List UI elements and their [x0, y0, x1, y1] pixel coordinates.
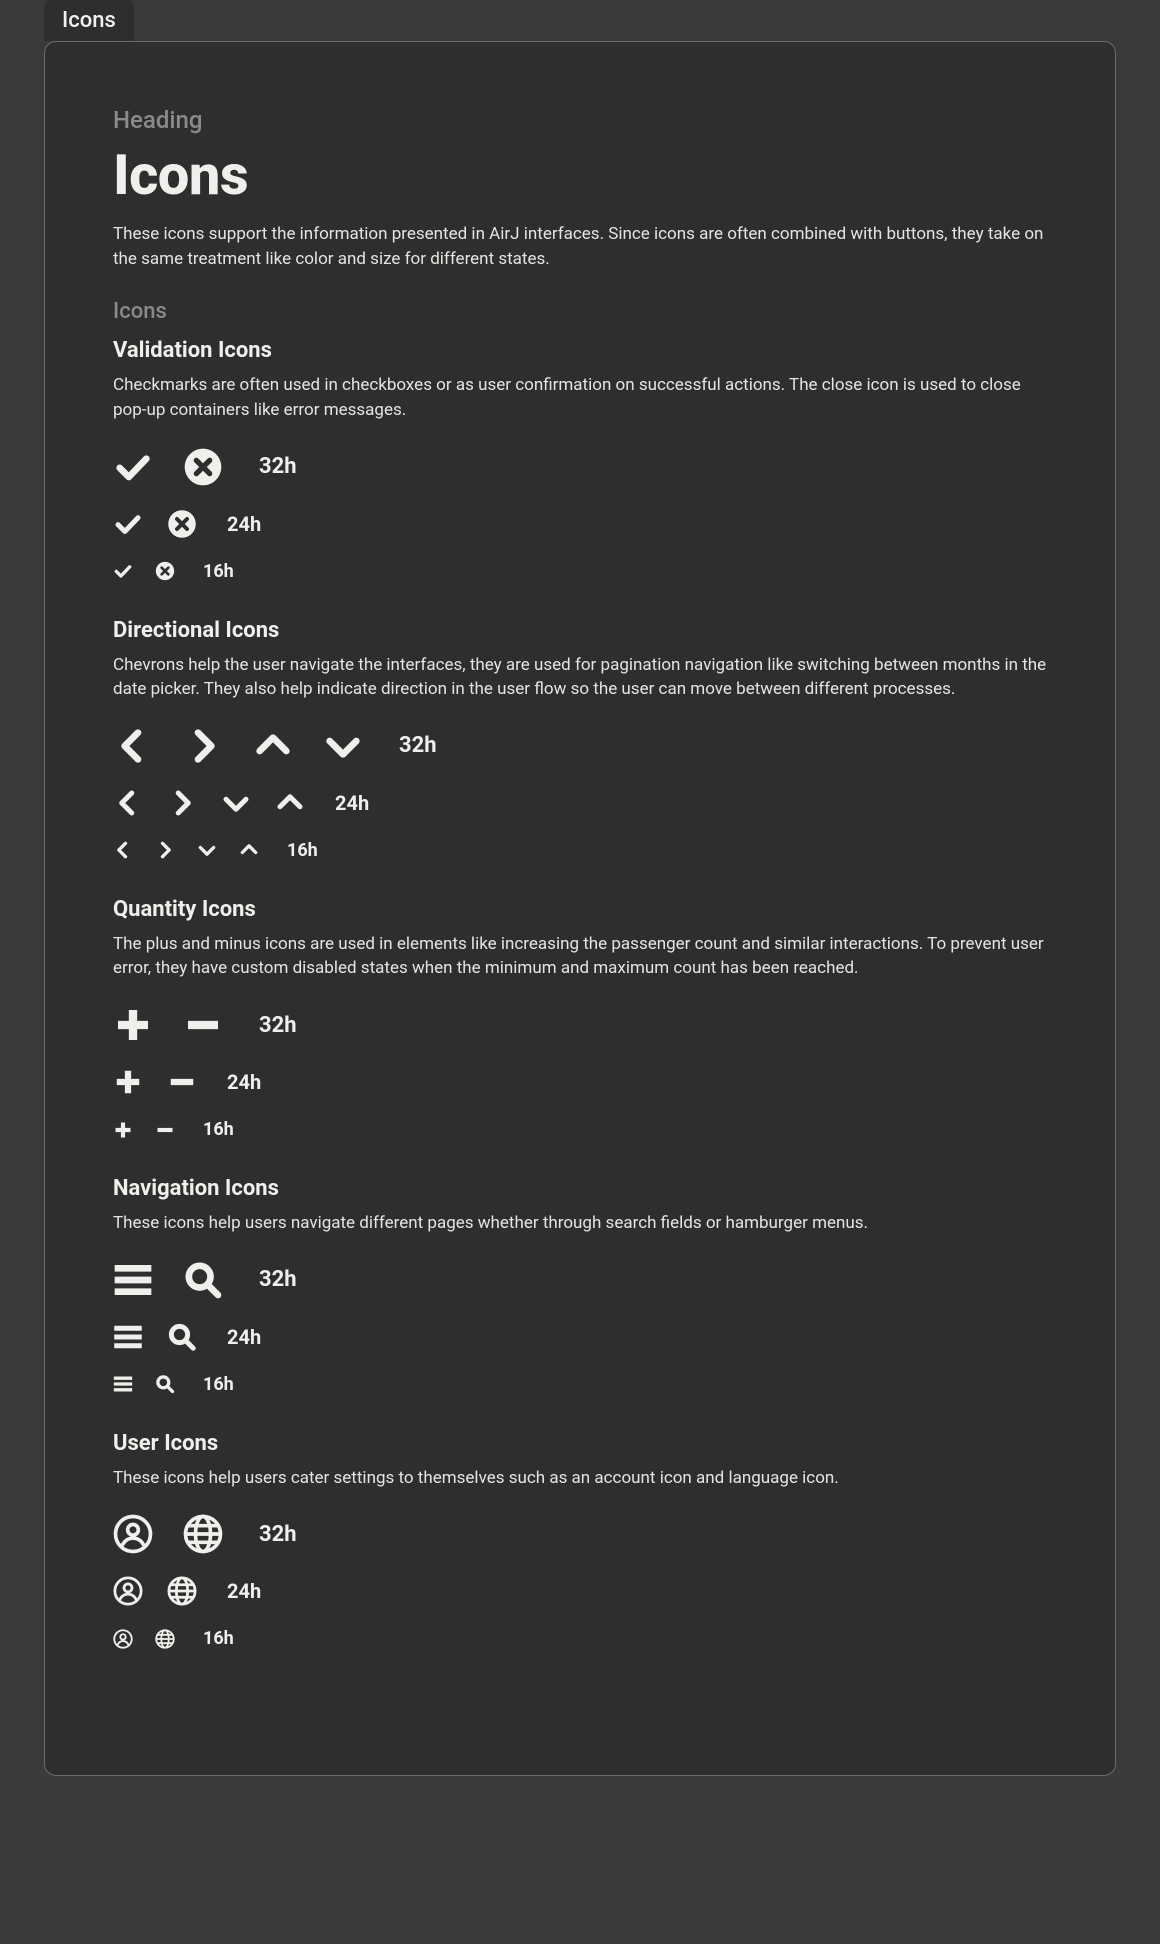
navigation-desc: These icons help users navigate differen…	[113, 1211, 1047, 1236]
chevron-up-icon	[253, 726, 293, 766]
close-circle-icon	[183, 447, 223, 487]
plus-icon	[113, 1005, 153, 1045]
page-title: Icons	[113, 142, 1047, 208]
chevron-down-icon	[323, 726, 363, 766]
globe-icon	[167, 1576, 197, 1606]
navigation-row-24: 24h	[113, 1322, 1047, 1352]
search-icon	[155, 1374, 175, 1394]
chevron-right-icon	[167, 788, 197, 818]
section-directional: Directional Icons Chevrons help the user…	[113, 618, 1047, 861]
validation-row-16: 16h	[113, 561, 1047, 582]
navigation-row-16: 16h	[113, 1374, 1047, 1395]
panel: Heading Icons These icons support the in…	[44, 41, 1116, 1776]
account-icon	[113, 1576, 143, 1606]
account-icon	[113, 1514, 153, 1554]
directional-row-16: 16h	[113, 840, 1047, 861]
globe-icon	[155, 1629, 175, 1649]
check-icon	[113, 561, 133, 581]
eyebrow-heading: Heading	[113, 106, 1047, 134]
navigation-title: Navigation Icons	[113, 1176, 1047, 1201]
minus-icon	[155, 1120, 175, 1140]
section-validation: Validation Icons Checkmarks are often us…	[113, 338, 1047, 581]
directional-row-32: 32h	[113, 726, 1047, 766]
hamburger-icon	[113, 1260, 153, 1300]
directional-desc: Chevrons help the user navigate the inte…	[113, 653, 1047, 702]
size-label: 24h	[227, 1070, 261, 1094]
hamburger-icon	[113, 1322, 143, 1352]
chevron-right-icon	[155, 840, 175, 860]
chevron-right-icon	[183, 726, 223, 766]
size-label: 32h	[259, 454, 297, 479]
chevron-up-icon	[239, 840, 259, 860]
quantity-title: Quantity Icons	[113, 897, 1047, 922]
size-label: 24h	[335, 791, 369, 815]
tab-icons[interactable]: Icons	[44, 0, 134, 41]
user-row-24: 24h	[113, 1576, 1047, 1606]
plus-icon	[113, 1120, 133, 1140]
chevron-left-icon	[113, 726, 153, 766]
section-navigation: Navigation Icons These icons help users …	[113, 1176, 1047, 1395]
size-label: 32h	[259, 1522, 297, 1547]
chevron-up-icon	[275, 788, 305, 818]
chevron-left-icon	[113, 788, 143, 818]
user-row-16: 16h	[113, 1628, 1047, 1649]
directional-row-24: 24h	[113, 788, 1047, 818]
size-label: 24h	[227, 512, 261, 536]
user-desc: These icons help users cater settings to…	[113, 1466, 1047, 1491]
check-icon	[113, 509, 143, 539]
close-circle-icon	[167, 509, 197, 539]
globe-icon	[183, 1514, 223, 1554]
check-icon	[113, 447, 153, 487]
quantity-row-16: 16h	[113, 1119, 1047, 1140]
close-circle-icon	[155, 561, 175, 581]
quantity-row-24: 24h	[113, 1067, 1047, 1097]
search-icon	[167, 1322, 197, 1352]
hamburger-icon	[113, 1374, 133, 1394]
navigation-row-32: 32h	[113, 1260, 1047, 1300]
size-label: 16h	[287, 840, 318, 861]
size-label: 24h	[227, 1579, 261, 1603]
validation-row-32: 32h	[113, 447, 1047, 487]
validation-title: Validation Icons	[113, 338, 1047, 363]
size-label: 16h	[203, 1374, 234, 1395]
quantity-desc: The plus and minus icons are used in ele…	[113, 932, 1047, 981]
search-icon	[183, 1260, 223, 1300]
quantity-row-32: 32h	[113, 1005, 1047, 1045]
directional-title: Directional Icons	[113, 618, 1047, 643]
chevron-down-icon	[221, 788, 251, 818]
minus-icon	[183, 1005, 223, 1045]
user-row-32: 32h	[113, 1514, 1047, 1554]
validation-row-24: 24h	[113, 509, 1047, 539]
eyebrow-icons: Icons	[113, 299, 1047, 324]
size-label: 32h	[259, 1013, 297, 1038]
chevron-left-icon	[113, 840, 133, 860]
account-icon	[113, 1629, 133, 1649]
size-label: 32h	[259, 1267, 297, 1292]
section-user: User Icons These icons help users cater …	[113, 1431, 1047, 1650]
page-lead: These icons support the information pres…	[113, 222, 1047, 271]
size-label: 24h	[227, 1325, 261, 1349]
chevron-down-icon	[197, 840, 217, 860]
size-label: 32h	[399, 733, 437, 758]
user-title: User Icons	[113, 1431, 1047, 1456]
minus-icon	[167, 1067, 197, 1097]
size-label: 16h	[203, 1119, 234, 1140]
section-quantity: Quantity Icons The plus and minus icons …	[113, 897, 1047, 1140]
size-label: 16h	[203, 561, 234, 582]
size-label: 16h	[203, 1628, 234, 1649]
validation-desc: Checkmarks are often used in checkboxes …	[113, 373, 1047, 422]
plus-icon	[113, 1067, 143, 1097]
